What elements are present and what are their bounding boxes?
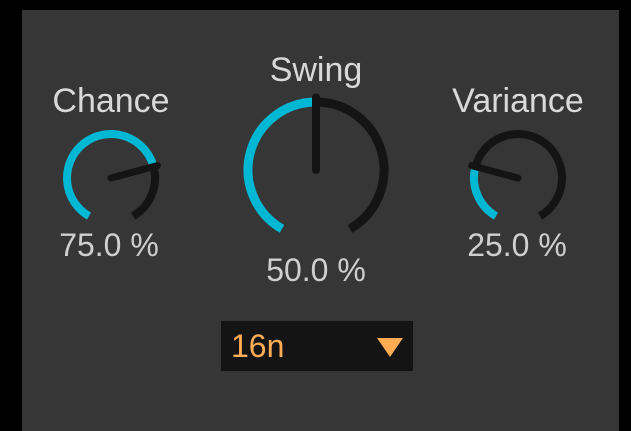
variance-value[interactable]: 25.0 %	[467, 229, 567, 261]
chance-value[interactable]: 75.0 %	[59, 229, 159, 261]
swing-rate-value: 16n	[231, 328, 285, 364]
swing-rate-dropdown[interactable]: 16n	[221, 321, 413, 371]
swing-label: Swing	[269, 51, 363, 89]
swing-value[interactable]: 50.0 %	[266, 254, 366, 286]
triangle-down-icon	[377, 338, 403, 357]
variance-label: Variance	[452, 82, 584, 120]
chance-label: Chance	[52, 82, 170, 120]
